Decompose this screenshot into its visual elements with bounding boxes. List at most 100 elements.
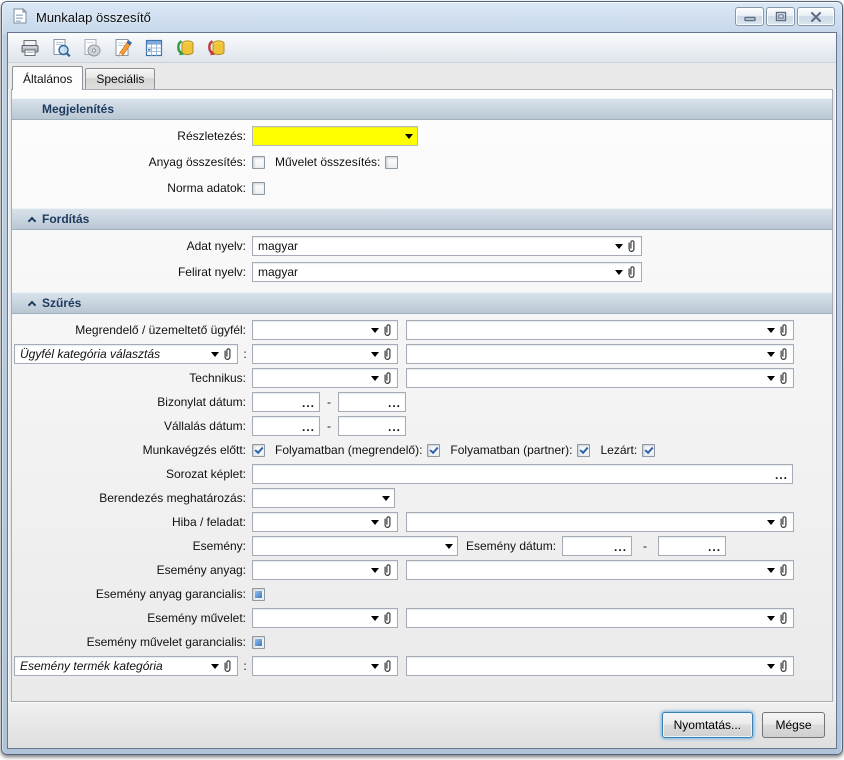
hiba-feladat-combobox[interactable] <box>252 512 398 532</box>
form-row: Technikus: <box>14 368 832 388</box>
form-row: Vállalás dátum: ... - ... <box>14 416 832 436</box>
date-range-separator: - <box>320 395 338 409</box>
close-button[interactable] <box>797 7 835 26</box>
lezart-checkbox[interactable] <box>642 444 655 457</box>
edit-button[interactable] <box>111 36 135 60</box>
felirat-nyelv-combobox[interactable]: magyar <box>252 262 642 282</box>
vallalas-datum-to-field[interactable]: ... <box>338 416 406 436</box>
ellipsis-button[interactable]: ... <box>302 422 315 435</box>
bizonylat-datum-label: Bizonylat dátum: <box>14 395 252 409</box>
chevron-down-icon <box>371 352 379 357</box>
footer: Nyomtatás... Mégse <box>8 702 836 748</box>
section-header-szures[interactable]: Szűrés <box>12 292 832 314</box>
paperclip-icon <box>778 371 789 386</box>
chevron-down-icon <box>371 520 379 525</box>
esemeny-anyag-label: Esemény anyag: <box>14 563 252 577</box>
megrendelo-ugyfel-secondary-combobox[interactable] <box>406 320 794 340</box>
megse-button[interactable]: Mégse <box>762 712 825 738</box>
form-row: Anyag összesítés: Művelet összesítés: <box>14 152 832 172</box>
esemeny-termek-kategoria-combobox[interactable] <box>252 656 398 676</box>
paperclip-icon <box>778 323 789 338</box>
minimize-button[interactable] <box>735 7 764 26</box>
esemeny-anyag-secondary-combobox[interactable] <box>406 560 794 580</box>
db-export-button[interactable] <box>204 36 228 60</box>
chevron-down-icon <box>371 664 379 669</box>
paperclip-icon <box>382 371 393 386</box>
bizonylat-datum-from-field[interactable]: ... <box>252 392 320 412</box>
maximize-button[interactable] <box>766 7 795 26</box>
megrendelo-ugyfel-combobox[interactable] <box>252 320 398 340</box>
munkavegzes-elott-checkbox[interactable] <box>252 444 265 457</box>
folyamatban-megrendelo-checkbox[interactable] <box>427 444 440 457</box>
print-button[interactable] <box>18 36 42 60</box>
anyag-osszesites-checkbox[interactable] <box>252 156 265 169</box>
muvelet-osszesites-label: Művelet összesítés: <box>275 155 380 169</box>
ellipsis-button[interactable]: ... <box>388 422 401 435</box>
esemeny-muvelet-secondary-combobox[interactable] <box>406 608 794 628</box>
ellipsis-button[interactable]: ... <box>708 542 721 555</box>
chevron-down-icon <box>767 376 775 381</box>
toolbar <box>8 33 836 63</box>
form-row: Hiba / feladat: <box>14 512 832 532</box>
chevron-down-icon <box>371 568 379 573</box>
technikus-combobox[interactable] <box>252 368 398 388</box>
db-import-button[interactable] <box>173 36 197 60</box>
paperclip-icon <box>382 347 393 362</box>
chevron-down-icon <box>405 134 413 139</box>
muvelet-osszesites-checkbox[interactable] <box>385 156 398 169</box>
colon-separator: : <box>238 659 252 673</box>
esemeny-muvelet-combobox[interactable] <box>252 608 398 628</box>
paperclip-icon <box>382 515 393 530</box>
chevron-down-icon <box>615 244 623 249</box>
sorozat-keplet-field[interactable]: ... <box>252 464 793 484</box>
berendezes-meghatarozas-combobox[interactable] <box>252 488 395 508</box>
nyomtatas-button[interactable]: Nyomtatás... <box>662 712 753 738</box>
hiba-feladat-secondary-combobox[interactable] <box>406 512 794 532</box>
tab-altalanos[interactable]: Általános <box>12 66 83 90</box>
form-row: Esemény: Esemény dátum: ... - ... <box>14 536 832 556</box>
adat-nyelv-combobox[interactable]: magyar <box>252 236 642 256</box>
esemeny-datum-from-field[interactable]: ... <box>562 536 632 556</box>
section-header-forditas[interactable]: Fordítás <box>12 208 832 230</box>
print-preview-button[interactable] <box>49 36 73 60</box>
table-button[interactable] <box>142 36 166 60</box>
esemeny-termek-kategoria-secondary-combobox[interactable] <box>406 656 794 676</box>
folyamatban-partner-checkbox[interactable] <box>577 444 590 457</box>
esemeny-muvelet-garancialis-checkbox[interactable] <box>252 636 265 649</box>
ugyfel-kategoria-secondary-combobox[interactable] <box>406 344 794 364</box>
titlebar[interactable]: Munkalap összesítő <box>2 2 842 32</box>
megrendelo-ugyfel-label: Megrendelő / üzemeltető ügyfél: <box>14 323 252 337</box>
paperclip-icon <box>222 347 233 362</box>
norma-adatok-checkbox[interactable] <box>252 182 265 195</box>
tab-specialis[interactable]: Speciális <box>85 68 155 89</box>
paperclip-icon <box>626 265 637 280</box>
vallalas-datum-from-field[interactable]: ... <box>252 416 320 436</box>
technikus-secondary-combobox[interactable] <box>406 368 794 388</box>
bizonylat-datum-to-field[interactable]: ... <box>338 392 406 412</box>
esemeny-combobox[interactable] <box>252 536 458 556</box>
form-row: Berendezés meghatározás: <box>14 488 832 508</box>
export-button[interactable] <box>80 36 104 60</box>
combo-value: Ügyfél kategória választás <box>20 347 160 361</box>
ellipsis-button[interactable]: ... <box>614 542 627 555</box>
form-row: Sorozat képlet: ... <box>14 464 832 484</box>
felirat-nyelv-label: Felirat nyelv: <box>14 265 252 279</box>
chevron-down-icon <box>445 544 453 549</box>
form-row: Esemény anyag garancialis: <box>14 584 832 604</box>
combo-value: Esemény termék kategória <box>20 659 163 673</box>
ugyfel-kategoria-selector-combobox[interactable]: Ügyfél kategória választás <box>14 344 238 364</box>
berendezes-meghatarozas-label: Berendezés meghatározás: <box>14 491 252 505</box>
reszletezes-combobox[interactable] <box>252 126 418 146</box>
ellipsis-button[interactable]: ... <box>302 398 315 411</box>
paperclip-icon <box>778 347 789 362</box>
ellipsis-button[interactable]: ... <box>388 398 401 411</box>
ugyfel-kategoria-combobox[interactable] <box>252 344 398 364</box>
esemeny-anyag-combobox[interactable] <box>252 560 398 580</box>
chevron-down-icon <box>371 376 379 381</box>
minimize-icon <box>744 12 756 22</box>
esemeny-datum-to-field[interactable]: ... <box>658 536 726 556</box>
esemeny-termek-kategoria-selector-combobox[interactable]: Esemény termék kategória <box>14 656 238 676</box>
folyamatban-partner-label: Folyamatban (partner): <box>450 443 572 457</box>
ellipsis-button[interactable]: ... <box>775 470 788 483</box>
esemeny-anyag-garancialis-checkbox[interactable] <box>252 588 265 601</box>
